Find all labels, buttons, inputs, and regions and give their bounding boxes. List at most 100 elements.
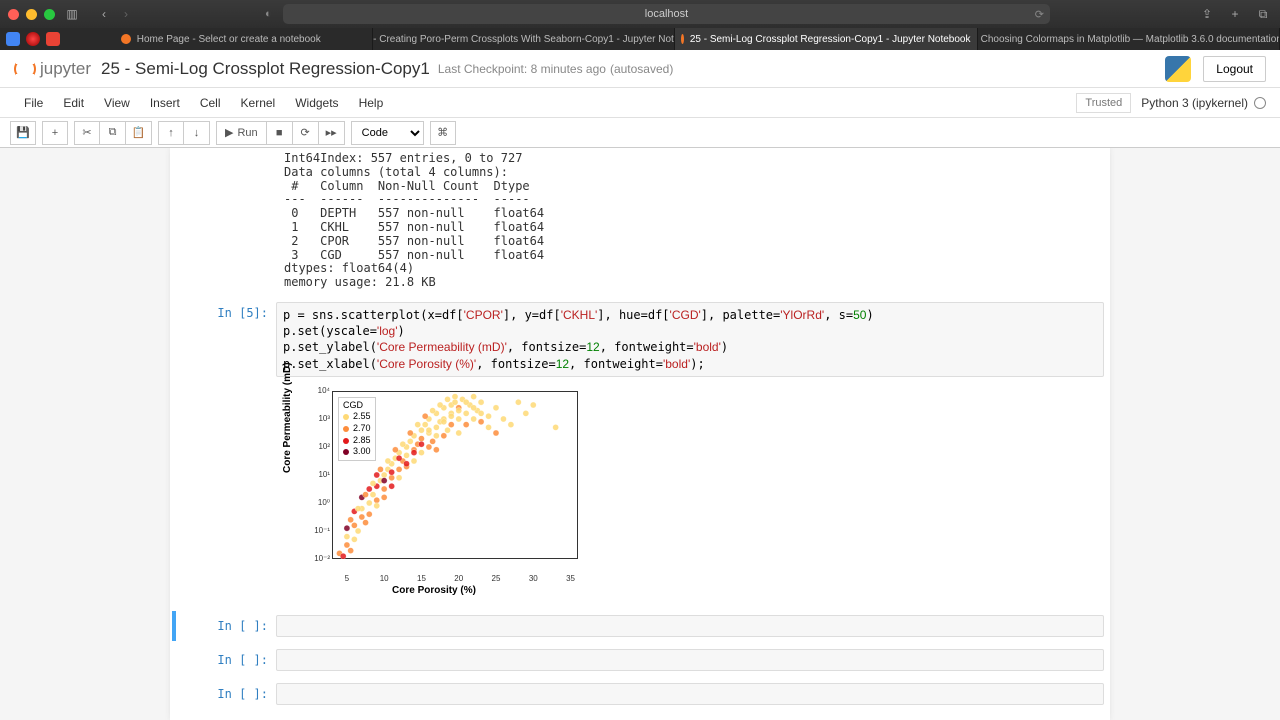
input-prompt: In [ ]: xyxy=(176,649,276,671)
app-icon[interactable] xyxy=(6,32,20,46)
menu-help[interactable]: Help xyxy=(349,96,394,110)
move-down-button[interactable]: ↓ xyxy=(184,121,210,145)
maximize-window-icon[interactable] xyxy=(44,9,55,20)
run-button[interactable]: ▶ Run xyxy=(216,121,267,145)
jupyter-logo-icon xyxy=(14,58,36,80)
restart-run-all-button[interactable]: ▸▸ xyxy=(319,121,345,145)
reload-icon[interactable]: ⟳ xyxy=(1035,8,1044,21)
code-input[interactable]: p = sns.scatterplot(x=df['CPOR'], y=df['… xyxy=(276,302,1104,377)
x-tick: 15 xyxy=(417,574,426,583)
code-cell[interactable]: In [ ]: xyxy=(172,611,1104,641)
tab-label: Home Page - Select or create a notebook xyxy=(137,34,321,45)
input-prompt: In [ ]: xyxy=(176,683,276,705)
tabs-overview-icon[interactable]: ⧉ xyxy=(1254,5,1272,23)
interrupt-button[interactable]: ■ xyxy=(267,121,293,145)
jupyter-logo-text: jupyter xyxy=(40,59,91,79)
paste-button[interactable]: 📋 xyxy=(126,121,152,145)
y-tick: 10⁻² xyxy=(308,554,330,563)
code-cell[interactable]: In [ ]: xyxy=(176,679,1104,709)
menu-edit[interactable]: Edit xyxy=(53,96,94,110)
cell-output-plot: CGD 2.552.702.853.00 Core Permeability (… xyxy=(176,377,1104,603)
x-tick: 10 xyxy=(380,574,389,583)
x-tick: 30 xyxy=(529,574,538,583)
x-tick: 25 xyxy=(492,574,501,583)
kernel-status-icon[interactable] xyxy=(1254,97,1266,109)
insert-cell-button[interactable]: + xyxy=(42,121,68,145)
url-bar[interactable]: ◐ localhost ⟳ xyxy=(283,4,1050,24)
logout-button[interactable]: Logout xyxy=(1203,56,1266,82)
y-tick: 10⁴ xyxy=(308,386,330,395)
toolbar: 💾 + ✂ ⧉ 📋 ↑ ↓ ▶ Run ■ ⟳ ▸▸ Code ⌘ xyxy=(0,118,1280,148)
y-tick: 10¹ xyxy=(308,470,330,479)
y-tick: 10³ xyxy=(308,414,330,423)
y-tick: 10² xyxy=(308,442,330,451)
x-tick: 5 xyxy=(345,574,349,583)
python-logo-icon xyxy=(1165,56,1191,82)
jupyter-favicon-icon xyxy=(681,34,684,44)
legend-title: CGD xyxy=(343,400,371,412)
browser-tab[interactable]: 24 - Creating Poro-Perm Crossplots With … xyxy=(373,28,676,50)
input-prompt: In [ ]: xyxy=(176,615,276,637)
browser-chrome: ▥ ‹ › ◐ localhost ⟳ ⇪ + ⧉ xyxy=(0,0,1280,28)
app-icon[interactable] xyxy=(26,32,40,46)
sidebar-toggle-icon[interactable]: ▥ xyxy=(63,5,81,23)
menu-bar: File Edit View Insert Cell Kernel Widget… xyxy=(0,88,1280,118)
menu-view[interactable]: View xyxy=(94,96,140,110)
tab-bar: Home Page - Select or create a notebook … xyxy=(0,28,1280,50)
notebook-title[interactable]: 25 - Semi-Log Crossplot Regression-Copy1 xyxy=(101,59,430,79)
input-prompt: In [5]: xyxy=(176,302,276,377)
y-axis-label: Core Permeability (mD) xyxy=(282,362,293,473)
kernel-name[interactable]: Python 3 (ipykernel) xyxy=(1141,96,1248,110)
autosave-text: (autosaved) xyxy=(610,62,673,76)
menu-cell[interactable]: Cell xyxy=(190,96,231,110)
url-text: localhost xyxy=(645,8,688,20)
x-tick: 20 xyxy=(454,574,463,583)
trusted-indicator[interactable]: Trusted xyxy=(1076,93,1131,113)
jupyter-logo[interactable]: jupyter xyxy=(14,58,91,80)
y-tick: 10⁰ xyxy=(308,498,330,507)
save-button[interactable]: 💾 xyxy=(10,121,36,145)
copy-button[interactable]: ⧉ xyxy=(100,121,126,145)
x-axis-label: Core Porosity (%) xyxy=(284,585,584,596)
notebook-header: jupyter 25 - Semi-Log Crossplot Regressi… xyxy=(0,50,1280,88)
plot-legend: CGD 2.552.702.853.00 xyxy=(338,397,376,461)
notebook-body: Int64Index: 557 entries, 0 to 727 Data c… xyxy=(0,148,1280,720)
x-tick: 35 xyxy=(566,574,575,583)
forward-icon: › xyxy=(117,5,135,23)
code-cell[interactable]: In [ ]: xyxy=(176,645,1104,675)
move-up-button[interactable]: ↑ xyxy=(158,121,184,145)
code-input[interactable] xyxy=(276,683,1104,705)
close-window-icon[interactable] xyxy=(8,9,19,20)
command-palette-button[interactable]: ⌘ xyxy=(430,121,456,145)
share-icon[interactable]: ⇪ xyxy=(1198,5,1216,23)
browser-tab[interactable]: Home Page - Select or create a notebook xyxy=(70,28,373,50)
back-icon[interactable]: ‹ xyxy=(95,5,113,23)
legend-item: 2.55 xyxy=(343,411,371,423)
cell-type-select[interactable]: Code xyxy=(351,121,424,145)
restart-button[interactable]: ⟳ xyxy=(293,121,319,145)
menu-widgets[interactable]: Widgets xyxy=(285,96,348,110)
tab-label: 25 - Semi-Log Crossplot Regression-Copy1… xyxy=(690,34,971,45)
browser-tab[interactable]: 25 - Semi-Log Crossplot Regression-Copy1… xyxy=(675,28,978,50)
y-tick: 10⁻¹ xyxy=(308,526,330,535)
menu-file[interactable]: File xyxy=(14,96,53,110)
legend-item: 2.85 xyxy=(343,435,371,447)
code-input[interactable] xyxy=(276,649,1104,671)
menu-insert[interactable]: Insert xyxy=(140,96,190,110)
legend-item: 3.00 xyxy=(343,446,371,458)
minimize-window-icon[interactable] xyxy=(26,9,37,20)
code-input[interactable] xyxy=(276,615,1104,637)
run-label: Run xyxy=(237,127,257,139)
browser-tab[interactable]: Choosing Colormaps in Matplotlib — Matpl… xyxy=(978,28,1280,50)
code-cell[interactable]: In [5]: p = sns.scatterplot(x=df['CPOR']… xyxy=(176,298,1104,607)
legend-item: 2.70 xyxy=(343,423,371,435)
checkpoint-text: Last Checkpoint: 8 minutes ago xyxy=(438,62,606,76)
window-controls xyxy=(8,9,55,20)
jupyter-favicon-icon xyxy=(121,34,131,44)
tab-label: Choosing Colormaps in Matplotlib — Matpl… xyxy=(981,34,1280,45)
site-settings-icon[interactable]: ◐ xyxy=(265,8,272,20)
menu-kernel[interactable]: Kernel xyxy=(231,96,286,110)
new-tab-icon[interactable]: + xyxy=(1226,5,1244,23)
app-icon[interactable] xyxy=(46,32,60,46)
cut-button[interactable]: ✂ xyxy=(74,121,100,145)
